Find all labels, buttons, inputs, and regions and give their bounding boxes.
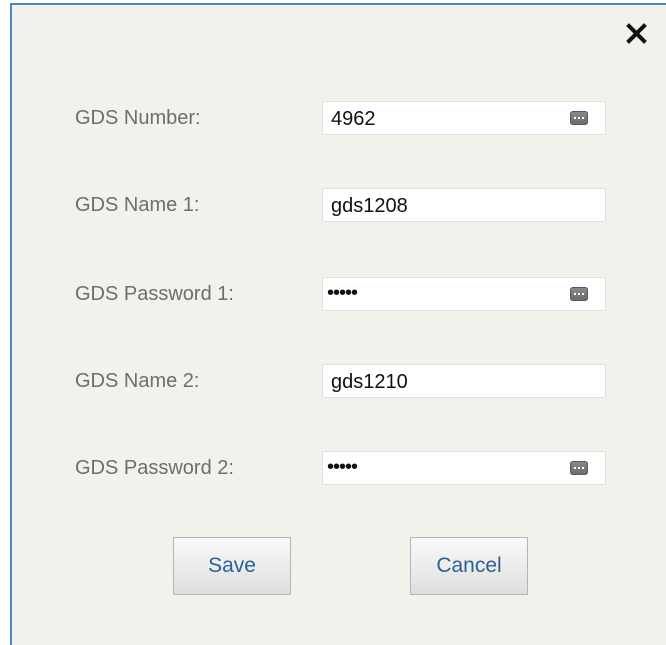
gds-number-input[interactable]: 4962: [322, 101, 606, 135]
gds-name-2-row: GDS Name 2: gds1210: [12, 364, 666, 398]
gds-password-1-row: GDS Password 1: •••••: [12, 277, 666, 311]
save-button[interactable]: Save: [173, 537, 291, 595]
gds-name-1-input[interactable]: gds1208: [322, 188, 606, 222]
gds-name-1-value: gds1208: [331, 195, 408, 217]
gds-password-2-value: •••••: [327, 456, 358, 478]
gds-name-2-value: gds1210: [331, 371, 408, 393]
gds-number-row: GDS Number: 4962: [12, 101, 666, 135]
gds-name-2-label: GDS Name 2:: [75, 370, 200, 392]
gds-name-1-label: GDS Name 1:: [75, 194, 200, 216]
gds-number-value: 4962: [331, 108, 376, 130]
gds-password-2-row: GDS Password 2: •••••: [12, 451, 666, 485]
keypad-icon[interactable]: [570, 287, 588, 301]
gds-number-label: GDS Number:: [75, 107, 201, 129]
gds-password-1-input[interactable]: •••••: [322, 277, 606, 311]
close-button[interactable]: [624, 21, 650, 47]
gds-password-2-input[interactable]: •••••: [322, 451, 606, 485]
keypad-icon[interactable]: [570, 111, 588, 125]
cancel-button[interactable]: Cancel: [410, 537, 528, 595]
gds-password-2-label: GDS Password 2:: [75, 457, 234, 479]
close-icon: [626, 23, 647, 44]
gds-password-1-value: •••••: [327, 282, 358, 304]
gds-name-1-row: GDS Name 1: gds1208: [12, 188, 666, 222]
gds-settings-dialog: GDS Number: 4962 GDS Name 1: gds1208 GDS…: [10, 3, 666, 645]
gds-name-2-input[interactable]: gds1210: [322, 364, 606, 398]
gds-password-1-label: GDS Password 1:: [75, 283, 234, 305]
keypad-icon[interactable]: [570, 461, 588, 475]
